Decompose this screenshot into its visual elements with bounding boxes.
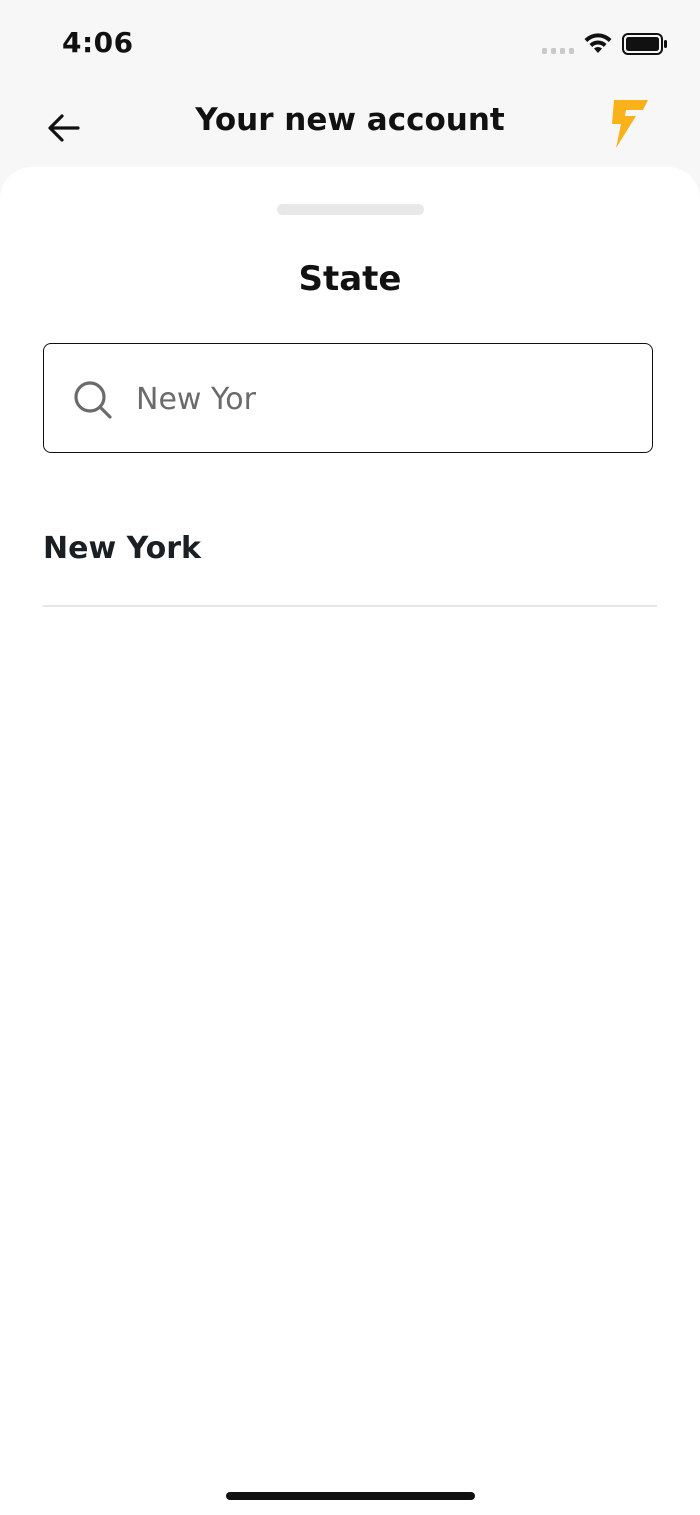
list-item-label: New York: [43, 531, 201, 566]
sheet-grabber[interactable]: [277, 204, 424, 215]
search-field[interactable]: [43, 343, 653, 453]
home-indicator: [226, 1492, 475, 1500]
wifi-icon: [584, 33, 612, 53]
page-title: Your new account: [195, 102, 505, 138]
search-input[interactable]: [136, 372, 626, 426]
search-icon: [74, 381, 112, 419]
status-time: 4:06: [62, 26, 134, 59]
state-picker-sheet: State New York: [0, 167, 700, 1515]
sheet-title: State: [298, 259, 402, 299]
status-bar: 4:06: [0, 0, 700, 90]
app-header: Your new account: [0, 90, 700, 160]
signal-dots-icon: [542, 48, 574, 54]
state-result-list: New York: [43, 507, 657, 607]
list-item[interactable]: New York: [43, 507, 657, 607]
lightning-logo-icon: [612, 100, 648, 148]
battery-full-icon: [622, 33, 667, 55]
screen: 4:06 Your new account State New Yor New …: [0, 0, 700, 1515]
